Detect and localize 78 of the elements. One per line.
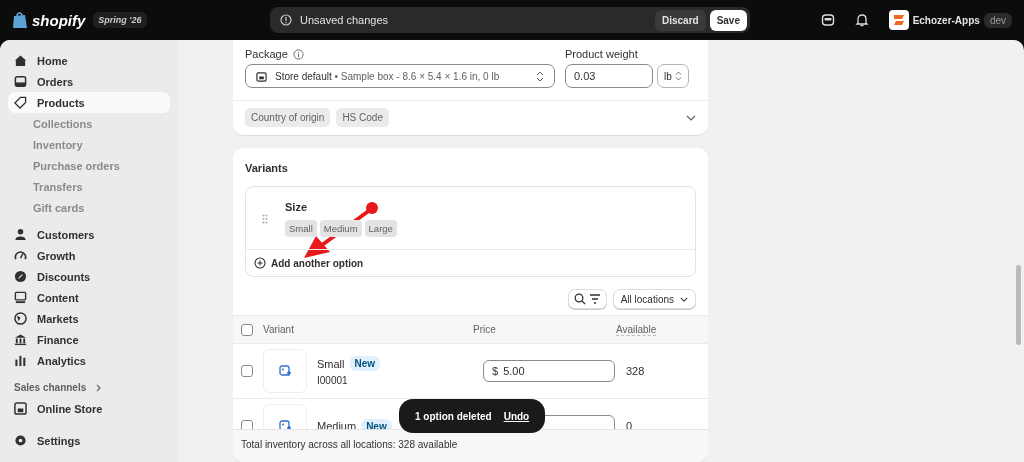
alert-icon [280, 14, 292, 26]
sidebar-item[interactable]: Finance [8, 329, 170, 350]
storefront-icon [14, 402, 27, 415]
locations-dropdown[interactable]: All locations [612, 289, 696, 309]
info-icon[interactable] [292, 48, 304, 60]
customs-field-chip[interactable]: HS Code [336, 108, 389, 127]
price-field[interactable]: $ 5.00 [483, 360, 615, 382]
orders-icon [14, 75, 27, 88]
box-icon [256, 70, 267, 82]
column-header: Variant [263, 324, 295, 335]
unit-select[interactable]: lb [657, 64, 689, 88]
package-select[interactable]: Store default • Sample box - 8.6 × 5.4 × 1.6 in, 0 lb [245, 64, 555, 88]
toast-message: 1 option deleted [415, 410, 492, 422]
weight-field[interactable]: 0.03 [565, 64, 653, 88]
column-header: Price [473, 324, 497, 335]
option-value-chip[interactable]: Small [285, 220, 317, 237]
package-label: Package [245, 48, 288, 60]
drag-handle-icon[interactable] [262, 214, 268, 224]
search-icon [573, 293, 586, 305]
sidebar-item[interactable]: Products [8, 92, 170, 113]
sidebar-item[interactable]: Settings [8, 430, 170, 451]
image-placeholder[interactable] [263, 349, 307, 393]
sidebar-item[interactable]: Home [8, 50, 170, 71]
customs-field-chip[interactable]: Country of origin [245, 108, 331, 127]
discard-button[interactable]: Discard [654, 9, 706, 31]
available-quantity: 328 [626, 365, 645, 377]
robot-icon[interactable] [820, 13, 835, 27]
discount-icon [14, 270, 27, 283]
inventory-total-text: Total inventory across all locations: 328 available [233, 429, 708, 462]
new-badge: New [349, 356, 381, 371]
undo-link[interactable]: Undo [503, 410, 530, 422]
tag-icon [14, 96, 27, 109]
weight-label: Product weight [565, 48, 638, 60]
sidebar-item[interactable]: Online Store [8, 398, 170, 419]
person-icon [14, 228, 27, 241]
save-button[interactable]: Save [709, 9, 747, 31]
filter-icon [588, 294, 601, 304]
plus-circle-icon [254, 257, 266, 269]
sidebar-item[interactable]: Discounts [8, 266, 170, 287]
settings-icon [14, 434, 27, 447]
select-all-checkbox[interactable] [241, 323, 253, 336]
chevron-down-icon[interactable] [686, 114, 696, 121]
chevron-down-icon [680, 296, 688, 302]
sidebar-item[interactable]: Markets [8, 308, 170, 329]
dev-badge: dev [983, 12, 1012, 28]
brand-logo-text[interactable]: shopify [32, 11, 86, 29]
option-value-chip[interactable]: Large [364, 220, 397, 237]
shopping-bag-icon [12, 11, 28, 29]
sidebar-item[interactable]: Growth [8, 245, 170, 266]
home-icon [14, 54, 27, 67]
option-value-chip[interactable]: Medium [319, 220, 362, 237]
unsaved-changes-text: Unsaved changes [300, 14, 389, 26]
sidebar-item[interactable]: Content [8, 287, 170, 308]
column-header: Available [616, 323, 657, 336]
chevron-right-icon[interactable] [96, 384, 101, 392]
bank-icon [14, 333, 27, 346]
store-menu[interactable]: Echozer-Apps [888, 10, 980, 30]
sales-channels-heading[interactable]: Sales channels [8, 377, 93, 398]
variants-title: Variants [244, 161, 289, 176]
sidebar-item[interactable]: Orders [8, 71, 170, 92]
sidebar-item[interactable]: Customers [8, 224, 170, 245]
chart-icon [14, 354, 27, 367]
row-checkbox[interactable] [241, 365, 253, 377]
select-arrows-icon [674, 71, 682, 81]
option-name: Size [285, 201, 308, 213]
notification-bell-icon[interactable] [854, 13, 869, 27]
content-icon [14, 291, 27, 304]
sidebar-item[interactable]: Analytics [8, 350, 170, 371]
search-filter-button[interactable] [567, 289, 607, 309]
variant-sku: I00001 [317, 375, 349, 386]
scrollbar-thumb[interactable] [1016, 265, 1021, 345]
select-arrows-icon [536, 70, 544, 82]
variant-name[interactable]: Small [317, 357, 345, 370]
store-logo-icon [888, 10, 909, 30]
add-image-icon [279, 365, 291, 377]
add-image-icon [279, 420, 291, 429]
gauge-icon [14, 249, 27, 262]
edition-badge: Spring '26 [93, 12, 147, 28]
